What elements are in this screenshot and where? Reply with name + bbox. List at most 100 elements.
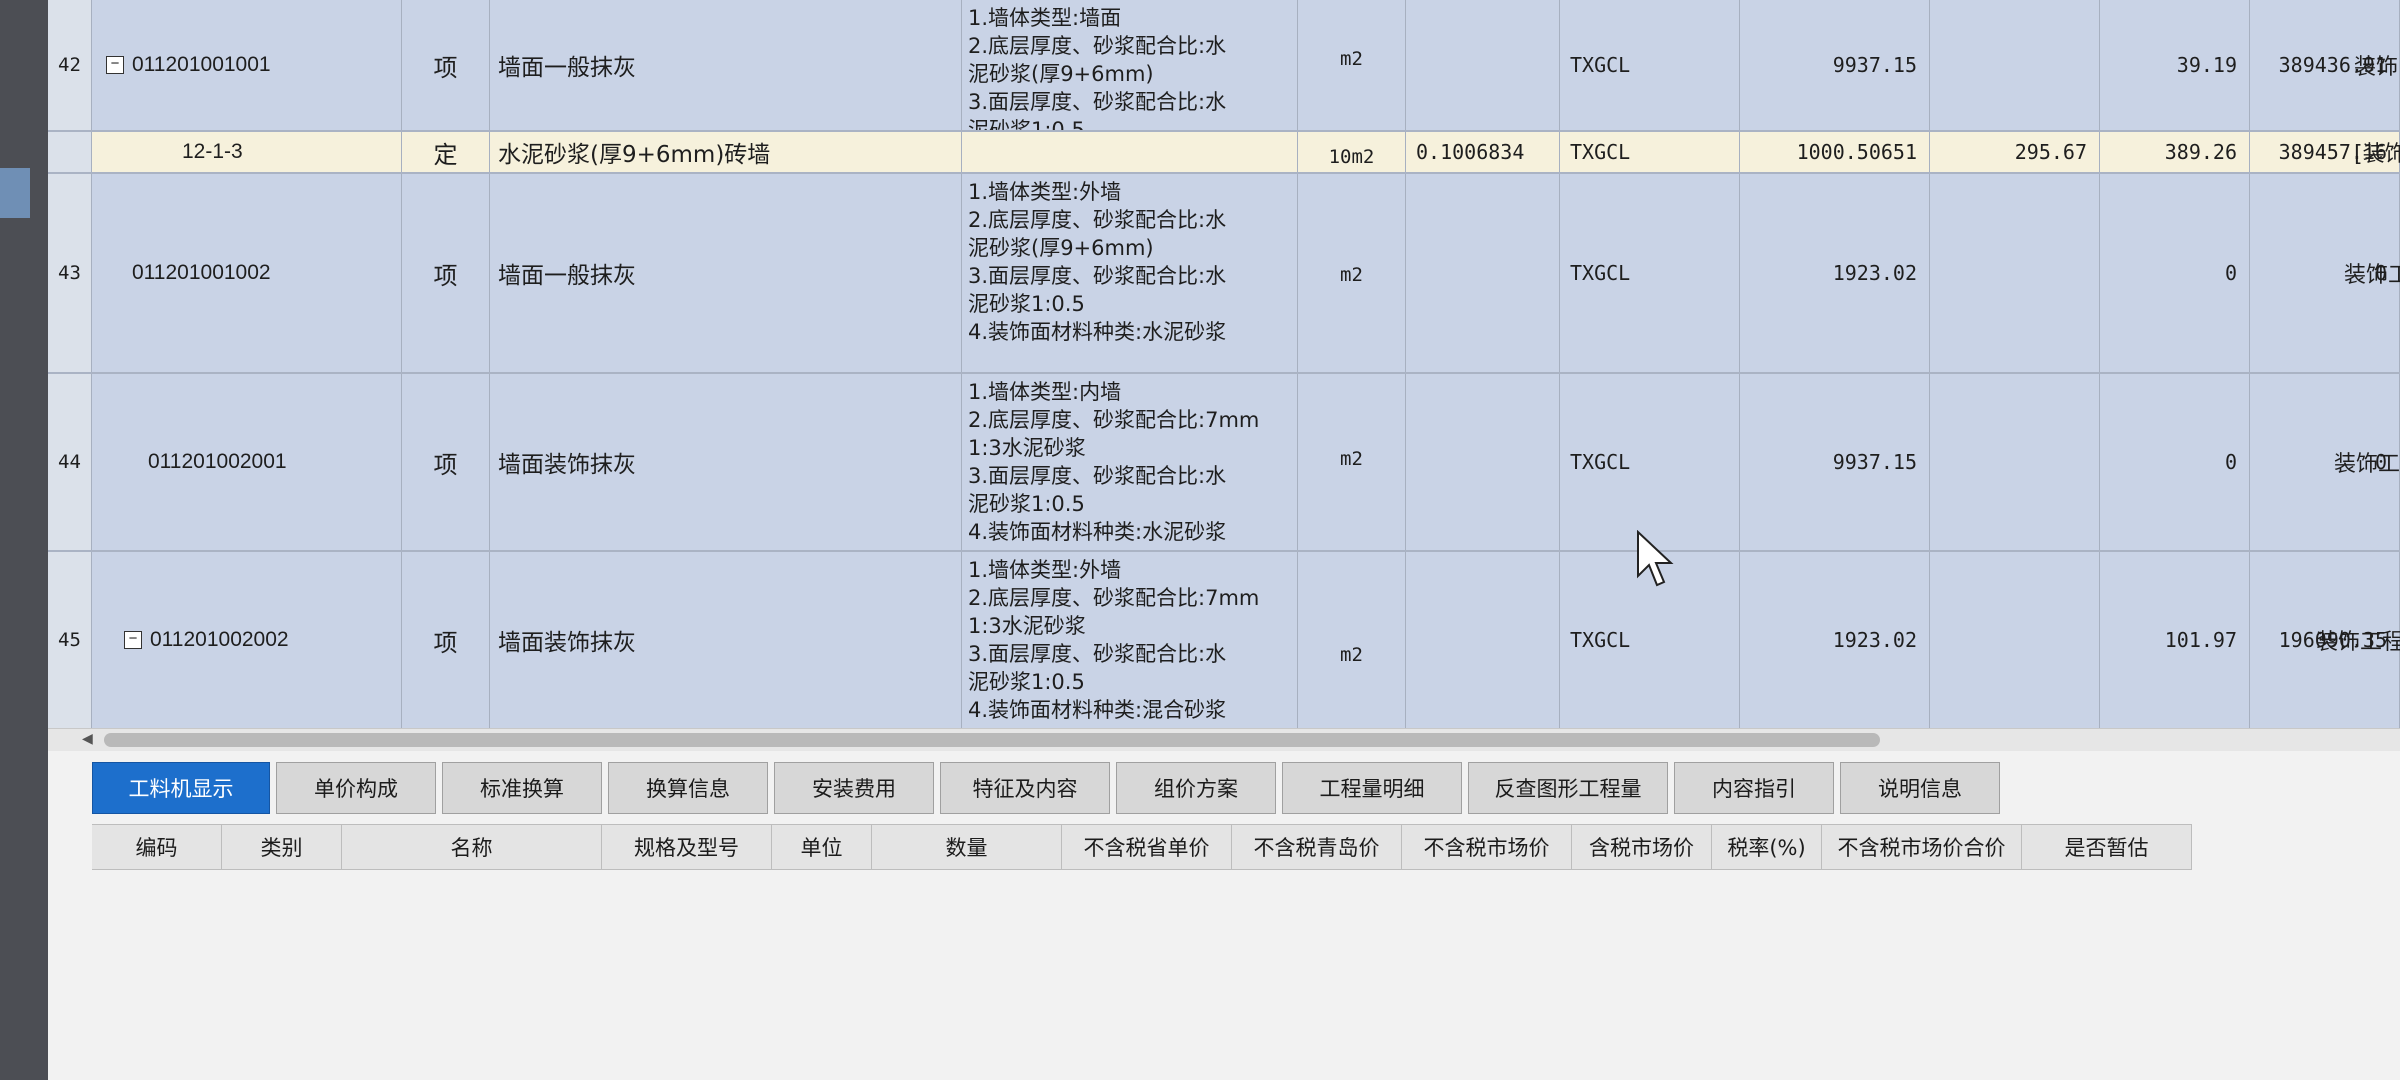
item-name[interactable]: 墙面一般抹灰 xyxy=(490,0,962,130)
col-code[interactable]: 编码 xyxy=(92,825,222,869)
item-code[interactable]: 12-1-3 xyxy=(92,132,402,172)
tab-content-guide[interactable]: 内容指引 xyxy=(1674,762,1834,814)
tab-labor-material-machine[interactable]: 工料机显示 xyxy=(92,762,270,814)
item-code[interactable]: 011201002001 xyxy=(92,374,402,550)
price-a: 295.67 xyxy=(1930,132,2100,172)
tab-unit-price-composition[interactable]: 单价构成 xyxy=(276,762,436,814)
col-spec[interactable]: 规格及型号 xyxy=(602,825,772,869)
item-code-cell[interactable]: −011201002002 xyxy=(92,552,402,728)
item-code[interactable]: 011201001002 xyxy=(92,174,402,372)
price-a xyxy=(1930,174,2100,372)
item-code: 011201001001 xyxy=(132,53,271,76)
quantity[interactable]: 1923.02 xyxy=(1740,552,1930,728)
resource-column-header: 编码 类别 名称 规格及型号 单位 数量 不含税省单价 不含税青岛价 不含税市场… xyxy=(92,824,2192,870)
quantity-expression[interactable]: 0.1006834 xyxy=(1406,132,1560,172)
item-features[interactable] xyxy=(962,132,1298,172)
category-cell: 装饰工 xyxy=(2334,452,2400,477)
tab-features-contents[interactable]: 特征及内容 xyxy=(940,762,1110,814)
item-unit: m2 xyxy=(1298,552,1406,728)
col-market-price[interactable]: 不含税市场价 xyxy=(1402,825,1572,869)
unit-price: 101.97 xyxy=(2100,552,2250,728)
left-panel-edge xyxy=(0,0,48,1080)
col-quantity[interactable]: 数量 xyxy=(872,825,1062,869)
item-features[interactable]: 1.墙体类型:外墙 2.底层厚度、砂浆配合比:7mm 1:3水泥砂浆 3.面层厚… xyxy=(962,552,1298,728)
table-row[interactable]: 44 011201002001 项 墙面装饰抹灰 1.墙体类型:内墙 2.底层厚… xyxy=(48,374,2400,552)
table-row[interactable]: 45 −011201002002 项 墙面装饰抹灰 1.墙体类型:外墙 2.底层… xyxy=(48,552,2400,728)
col-tax-rate[interactable]: 税率(%) xyxy=(1712,825,1822,869)
col-provincial-price[interactable]: 不含税省单价 xyxy=(1062,825,1232,869)
item-code-cell[interactable]: −011201001001 xyxy=(92,0,402,130)
col-taxed-market-price[interactable]: 含税市场价 xyxy=(1572,825,1712,869)
quantity-expression[interactable] xyxy=(1406,174,1560,372)
app-window: 42 −011201001001 项 墙面一般抹灰 1.墙体类型:墙面 2.底层… xyxy=(48,0,2400,1080)
quantity-code[interactable]: TXGCL xyxy=(1560,174,1740,372)
item-type: 项 xyxy=(402,374,490,550)
tab-reverse-graphic-quantity[interactable]: 反查图形工程量 xyxy=(1468,762,1668,814)
row-number: 44 xyxy=(48,374,92,550)
item-type: 项 xyxy=(402,0,490,130)
horizontal-scrollbar[interactable]: ◀ xyxy=(48,728,2400,751)
row-number: 42 xyxy=(48,0,92,130)
category-cell: 装饰工程 xyxy=(2316,630,2400,655)
quantity[interactable]: 1000.50651 xyxy=(1740,132,1930,172)
quantity-code[interactable]: TXGCL xyxy=(1560,0,1740,130)
item-name[interactable]: 墙面装饰抹灰 xyxy=(490,552,962,728)
collapse-icon[interactable]: − xyxy=(124,631,142,649)
item-features[interactable]: 1.墙体类型:外墙 2.底层厚度、砂浆配合比:水 泥砂浆(厚9+6mm) 3.面… xyxy=(962,174,1298,372)
col-name[interactable]: 名称 xyxy=(342,825,602,869)
quantity-expression[interactable] xyxy=(1406,0,1560,130)
mouse-cursor-icon xyxy=(1637,530,1674,587)
item-name[interactable]: 墙面一般抹灰 xyxy=(490,174,962,372)
col-provisional[interactable]: 是否暂估 xyxy=(2022,825,2192,869)
category-cell: [装饰 xyxy=(2354,142,2400,167)
row-number: 45 xyxy=(48,552,92,728)
item-features[interactable]: 1.墙体类型:墙面 2.底层厚度、砂浆配合比:水 泥砂浆(厚9+6mm) 3.面… xyxy=(962,0,1298,130)
item-type: 项 xyxy=(402,552,490,728)
item-name[interactable]: 水泥砂浆(厚9+6mm)砖墙 xyxy=(490,132,962,172)
col-category[interactable]: 类别 xyxy=(222,825,342,869)
item-unit: 10m2 xyxy=(1298,132,1406,172)
unit-price: 0 xyxy=(2100,174,2250,372)
tab-description-info[interactable]: 说明信息 xyxy=(1840,762,2000,814)
col-qingdao-price[interactable]: 不含税青岛价 xyxy=(1232,825,1402,869)
category-cell: 装饰工 xyxy=(2344,263,2400,288)
table-row[interactable]: 12-1-3 定 水泥砂浆(厚9+6mm)砖墙 10m2 0.1006834 T… xyxy=(48,132,2400,174)
col-market-total[interactable]: 不含税市场价合价 xyxy=(1822,825,2022,869)
row-number: 43 xyxy=(48,174,92,372)
scroll-left-icon[interactable]: ◀ xyxy=(82,731,93,747)
unit-price: 0 xyxy=(2100,374,2250,550)
item-unit: m2 xyxy=(1298,174,1406,372)
price-a xyxy=(1930,374,2100,550)
category-cell: 装饰 xyxy=(2354,55,2399,80)
unit-price: 39.19 xyxy=(2100,0,2250,130)
price-a xyxy=(1930,552,2100,728)
item-code: 011201002002 xyxy=(150,628,289,651)
tab-pricing-scheme[interactable]: 组价方案 xyxy=(1116,762,1276,814)
quantity-expression[interactable] xyxy=(1406,374,1560,550)
tab-conversion-info[interactable]: 换算信息 xyxy=(608,762,768,814)
quantity-code[interactable]: TXGCL xyxy=(1560,132,1740,172)
item-features[interactable]: 1.墙体类型:内墙 2.底层厚度、砂浆配合比:7mm 1:3水泥砂浆 3.面层厚… xyxy=(962,374,1298,550)
bill-grid: 42 −011201001001 项 墙面一般抹灰 1.墙体类型:墙面 2.底层… xyxy=(48,0,2400,728)
item-name[interactable]: 墙面装饰抹灰 xyxy=(490,374,962,550)
quantity[interactable]: 9937.15 xyxy=(1740,0,1930,130)
tab-quantity-details[interactable]: 工程量明细 xyxy=(1282,762,1462,814)
table-row[interactable]: 43 011201001002 项 墙面一般抹灰 1.墙体类型:外墙 2.底层厚… xyxy=(48,174,2400,374)
tab-installation-fee[interactable]: 安装费用 xyxy=(774,762,934,814)
col-unit[interactable]: 单位 xyxy=(772,825,872,869)
table-row[interactable]: 42 −011201001001 项 墙面一般抹灰 1.墙体类型:墙面 2.底层… xyxy=(48,0,2400,132)
collapse-icon[interactable]: − xyxy=(106,56,124,74)
quantity[interactable]: 1923.02 xyxy=(1740,174,1930,372)
quantity-expression[interactable] xyxy=(1406,552,1560,728)
row-number xyxy=(48,132,92,172)
left-panel-selection xyxy=(0,168,30,218)
quantity-code[interactable]: TXGCL xyxy=(1560,374,1740,550)
item-unit: m2 xyxy=(1298,0,1406,130)
item-unit: m2 xyxy=(1298,374,1406,550)
quantity[interactable]: 9937.15 xyxy=(1740,374,1930,550)
unit-price: 389.26 xyxy=(2100,132,2250,172)
item-type: 项 xyxy=(402,174,490,372)
price-a xyxy=(1930,0,2100,130)
tab-standard-conversion[interactable]: 标准换算 xyxy=(442,762,602,814)
scrollbar-thumb[interactable] xyxy=(104,733,1880,747)
